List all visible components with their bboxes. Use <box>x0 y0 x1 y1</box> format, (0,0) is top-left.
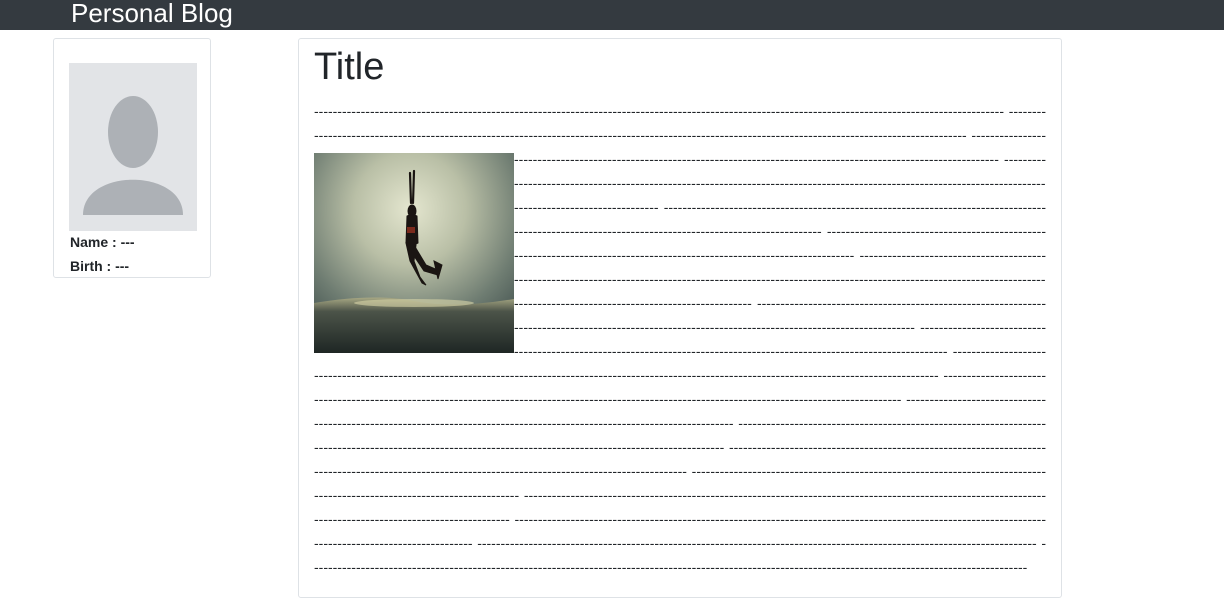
profile-name: Name : --- <box>70 234 135 250</box>
top-navbar: Personal Blog <box>0 0 1224 30</box>
post-content: Title ----------------------------------… <box>314 39 1046 579</box>
avatar <box>69 63 197 231</box>
profile-card: Name : --- Birth : --- <box>53 38 211 278</box>
post-image <box>314 153 514 353</box>
post-body-text: ----------------------------------------… <box>314 103 1046 575</box>
post-body-wrapper: ----------------------------------------… <box>314 99 1046 579</box>
post-title: Title <box>314 46 385 88</box>
user-placeholder-icon <box>83 96 183 215</box>
post-card: Title ----------------------------------… <box>298 38 1062 598</box>
brand-title[interactable]: Personal Blog <box>71 0 233 28</box>
profile-birth: Birth : --- <box>70 258 130 274</box>
